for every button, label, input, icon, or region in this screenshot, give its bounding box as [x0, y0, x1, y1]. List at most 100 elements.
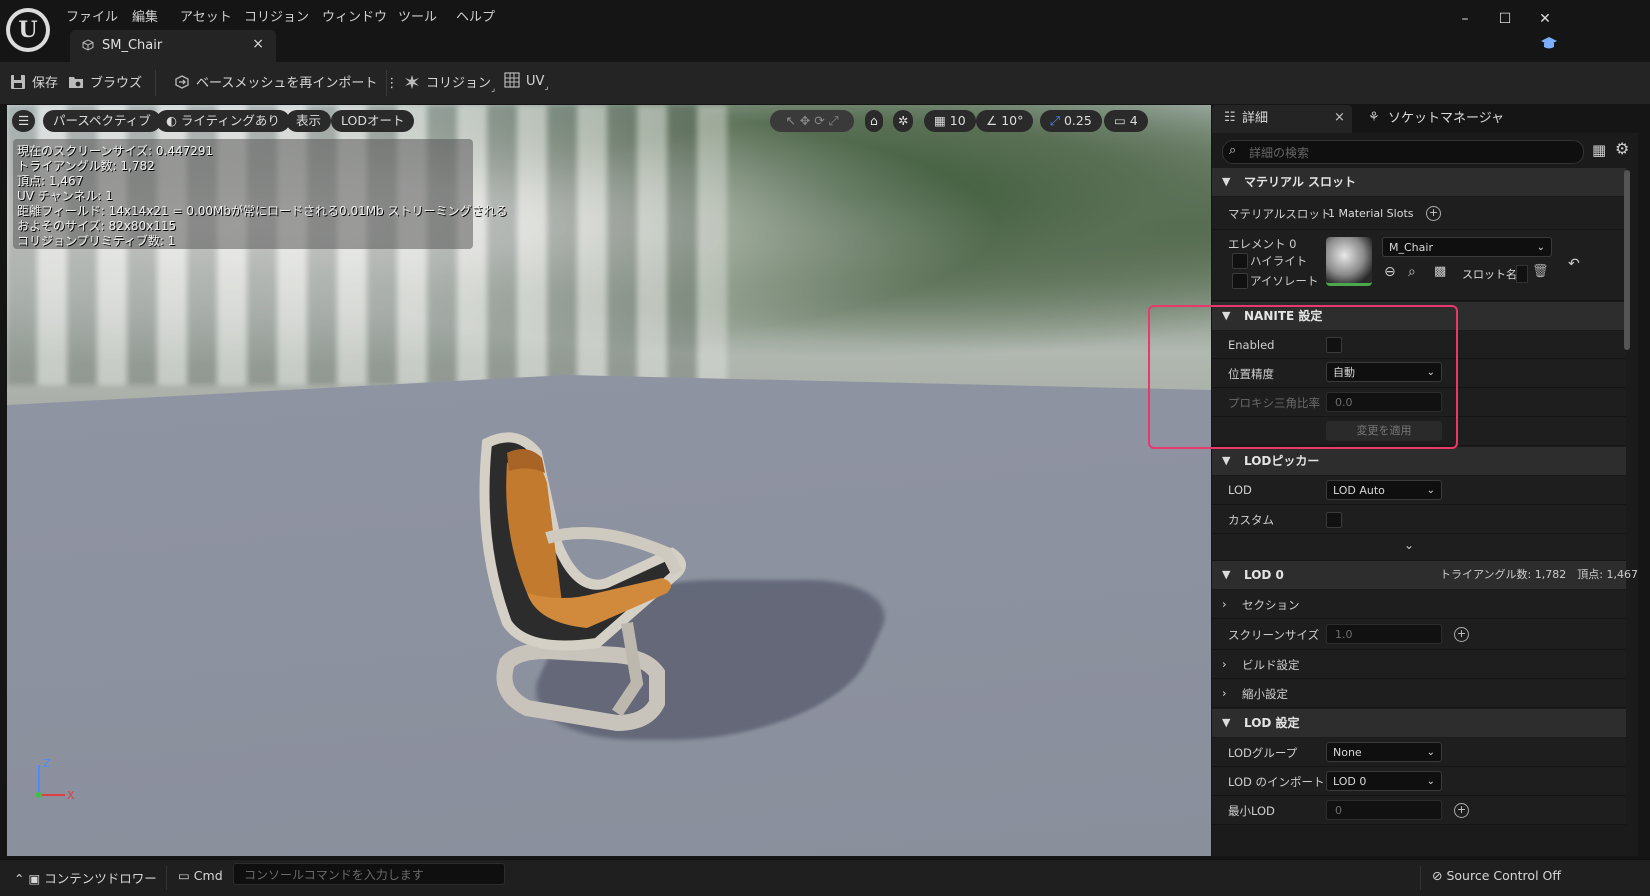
- lod-import-dropdown[interactable]: LOD 0 ⌄: [1326, 771, 1442, 791]
- axis-x-label: X: [67, 789, 75, 802]
- slot-name-input[interactable]: [1516, 265, 1528, 283]
- viewport-menu-icon[interactable]: ☰: [12, 110, 36, 132]
- close-window-icon[interactable]: ✕: [1530, 8, 1560, 30]
- lod-import-label: LOD のインポート: [1228, 775, 1325, 789]
- console-input[interactable]: コンソールコマンドを入力します: [233, 863, 505, 885]
- details-panel: ☷ 詳細 × ⚘ ソケットマネージャ ⌕ 詳細の検索 ▦ ⚙ ▼ マテリアル スロ…: [1212, 105, 1638, 856]
- more-options-icon[interactable]: ⋮: [385, 76, 398, 91]
- browse-asset-icon[interactable]: ⌕: [1408, 264, 1416, 280]
- world-local-icon[interactable]: ✲: [893, 110, 914, 132]
- row-element-0: エレメント 0 ハイライト アイソレート M_Chair ⌄ ⊖ ⌕ ▩ スロット…: [1212, 230, 1626, 301]
- grid-snap-button[interactable]: ▦ 10: [924, 110, 976, 132]
- chevron-down-icon: ▼: [1222, 454, 1231, 467]
- maximize-icon[interactable]: ☐: [1490, 8, 1520, 30]
- min-lod-label: 最小LOD: [1228, 804, 1275, 818]
- isolate-checkbox[interactable]: [1232, 273, 1248, 289]
- menu-help[interactable]: ヘルプ: [456, 6, 495, 25]
- tab-details[interactable]: ☷ 詳細 ×: [1212, 105, 1352, 133]
- reset-icon[interactable]: ↶: [1568, 256, 1580, 272]
- save-button[interactable]: 保存: [10, 72, 58, 94]
- section-lod0[interactable]: ▼ LOD 0 トライアングル数: 1,782 頂点: 1,467: [1212, 561, 1638, 589]
- menu-collision[interactable]: コリジョン: [244, 6, 309, 25]
- build-settings-label: ビルド設定: [1242, 658, 1300, 672]
- row-reduction-settings[interactable]: › 縮小設定: [1212, 679, 1626, 708]
- details-search-input[interactable]: ⌕ 詳細の検索: [1222, 140, 1584, 164]
- source-control-button[interactable]: ⊘ Source Control Off: [1432, 868, 1561, 883]
- angle-snap-button[interactable]: ∠ 10°: [976, 110, 1034, 132]
- highlight-checkbox[interactable]: [1232, 253, 1248, 269]
- chair-mesh[interactable]: [467, 423, 707, 743]
- section-lod-settings[interactable]: ▼ LOD 設定: [1212, 709, 1626, 737]
- lod-group-label: LODグループ: [1228, 746, 1298, 760]
- menu-tools[interactable]: ツール: [398, 6, 437, 25]
- stats-overlay: 現在のスクリーンサイズ: 0.447291 トライアングル数: 1,782 頂点…: [13, 139, 508, 249]
- menu-asset[interactable]: アセット: [180, 6, 232, 25]
- row-sections[interactable]: › セクション: [1212, 590, 1626, 619]
- minimize-icon[interactable]: –: [1450, 8, 1480, 30]
- row-material-slots: マテリアルスロット 1 Material Slots +: [1212, 197, 1626, 230]
- content-drawer-button[interactable]: ⌃ ▣ コンテンツドロワー: [14, 868, 157, 887]
- grid-snap-value: 10: [949, 113, 966, 128]
- angle-icon: ∠: [986, 113, 1002, 128]
- collision-label: コリジョン: [426, 76, 492, 91]
- use-selected-asset-icon[interactable]: ⊖: [1384, 264, 1396, 280]
- section-material-slots[interactable]: ▼ マテリアル スロット: [1212, 168, 1626, 196]
- menu-edit[interactable]: 編集: [132, 6, 158, 25]
- transform-tools[interactable]: ↖ ✥ ⟳ ⤢: [770, 110, 854, 132]
- material-dropdown[interactable]: M_Chair ⌄: [1382, 237, 1552, 257]
- viewport[interactable]: ☰ パースペクティブ ◐ ライティングあり 表示 LODオート ↖ ✥ ⟳ ⤢ …: [7, 105, 1211, 856]
- expand-chevron-icon[interactable]: ⌄: [1404, 538, 1414, 552]
- tab-socket-manager[interactable]: ⚘ ソケットマネージャ: [1362, 105, 1562, 133]
- add-min-lod-icon[interactable]: +: [1454, 803, 1469, 818]
- save-icon: [11, 75, 25, 89]
- chevron-right-icon: ›: [1222, 597, 1227, 611]
- perspective-button[interactable]: パースペクティブ: [43, 110, 161, 132]
- uv-button[interactable]: UV⌟: [504, 72, 549, 94]
- close-details-icon[interactable]: ×: [1334, 110, 1345, 125]
- custom-label: カスタム: [1228, 513, 1274, 527]
- close-tab-icon[interactable]: ×: [252, 36, 264, 52]
- trash-icon[interactable]: 🗑: [1532, 264, 1549, 279]
- surface-snap-icon[interactable]: ⌂: [865, 110, 883, 132]
- menu-file[interactable]: ファイル: [66, 6, 118, 25]
- camera-speed-button[interactable]: ▭ 4: [1104, 110, 1148, 132]
- min-lod-value: 0: [1335, 804, 1342, 817]
- lod-dropdown[interactable]: LOD Auto ⌄: [1326, 480, 1442, 500]
- graduation-cap-icon[interactable]: [1540, 36, 1558, 50]
- table-view-icon[interactable]: ▦: [1592, 141, 1606, 159]
- scale-snap-button[interactable]: ⤢ 0.25: [1040, 110, 1102, 132]
- screen-size-input[interactable]: 1.0: [1326, 624, 1442, 644]
- details-scrollbar[interactable]: [1624, 170, 1630, 350]
- lod-group-dropdown[interactable]: None ⌄: [1326, 742, 1442, 762]
- chevron-down-icon: ⌄: [1426, 776, 1435, 787]
- show-button[interactable]: 表示: [286, 110, 332, 132]
- material-thumbnail[interactable]: [1326, 237, 1372, 286]
- unreal-logo-icon[interactable]: U: [6, 8, 50, 52]
- row-min-lod: 最小LOD 0 +: [1212, 796, 1626, 825]
- browse-button[interactable]: ブラウズ: [68, 72, 142, 94]
- add-material-slot-icon[interactable]: +: [1426, 206, 1441, 221]
- min-lod-input[interactable]: 0: [1326, 800, 1442, 820]
- details-list-icon: ☷: [1224, 110, 1236, 125]
- scale-icon: ⤢: [1050, 113, 1064, 128]
- settings-gear-icon[interactable]: ⚙: [1615, 139, 1629, 158]
- browse-label: ブラウズ: [90, 76, 143, 91]
- row-build-settings[interactable]: › ビルド設定: [1212, 650, 1626, 679]
- custom-checkbox[interactable]: [1326, 512, 1342, 528]
- reimport-button[interactable]: ベースメッシュを再インポート ⋮: [174, 72, 398, 94]
- menu-window[interactable]: ウィンドウ: [322, 6, 387, 25]
- screen-size-label: スクリーンサイズ: [1228, 628, 1320, 642]
- lighting-button[interactable]: ◐ ライティングあり: [156, 110, 290, 132]
- add-screen-size-icon[interactable]: +: [1454, 627, 1469, 642]
- cmd-button[interactable]: ▭ Cmd: [178, 868, 223, 883]
- nanite-highlight-box: [1148, 305, 1458, 449]
- chevron-right-icon: ›: [1222, 657, 1227, 671]
- chevron-down-icon: ⌄: [1536, 242, 1545, 253]
- lod-auto-button[interactable]: LODオート: [331, 110, 415, 132]
- tab-sm-chair[interactable]: SM_Chair ×: [70, 30, 276, 62]
- checker-icon[interactable]: ▩: [1434, 264, 1446, 279]
- collision-button[interactable]: コリジョン⌟: [404, 72, 495, 94]
- lod-value: LOD Auto: [1333, 484, 1385, 497]
- browse-folder-icon: [69, 77, 83, 88]
- section-lod-picker[interactable]: ▼ LODピッカー: [1212, 447, 1626, 475]
